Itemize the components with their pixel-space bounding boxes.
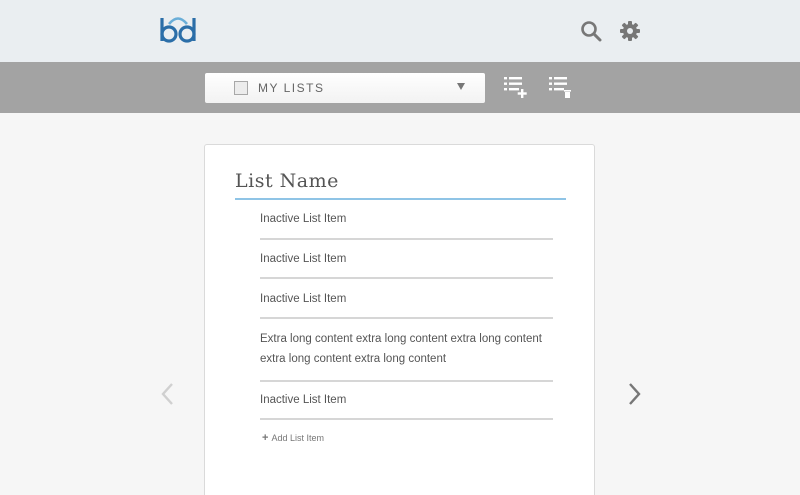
list-item-text: Extra long content extra long content ex…: [260, 333, 542, 365]
divider: [260, 317, 553, 319]
chevron-down-icon: [457, 83, 465, 90]
list-toolbar: MY LISTS: [0, 62, 800, 113]
title-underline: [235, 198, 566, 200]
list-item[interactable]: Extra long content extra long content ex…: [260, 329, 553, 382]
app-header: [0, 0, 800, 62]
add-list-item-button[interactable]: + Add List Item: [262, 432, 324, 444]
my-lists-dropdown[interactable]: MY LISTS: [205, 73, 485, 103]
select-all-checkbox[interactable]: [234, 81, 248, 95]
chevron-right-icon[interactable]: [624, 381, 644, 407]
plus-icon: +: [262, 432, 269, 444]
dropdown-label: MY LISTS: [258, 81, 325, 95]
gear-icon[interactable]: [619, 20, 641, 42]
divider: [260, 418, 553, 420]
list-item[interactable]: Inactive List Item: [260, 390, 553, 420]
divider: [260, 380, 553, 382]
list-item[interactable]: Inactive List Item: [260, 249, 553, 279]
list-item[interactable]: Inactive List Item: [260, 209, 553, 240]
list-card: List Name Inactive List Item Inactive Li…: [204, 144, 595, 495]
search-icon[interactable]: [580, 20, 602, 42]
logo[interactable]: [158, 14, 200, 46]
list-item[interactable]: Inactive List Item: [260, 289, 553, 319]
add-list-item-label: Add List Item: [271, 433, 324, 443]
chevron-left-icon[interactable]: [158, 381, 178, 407]
list-item-text: Inactive List Item: [260, 213, 347, 225]
delete-list-icon[interactable]: [548, 75, 574, 99]
list-item-text: Inactive List Item: [260, 293, 347, 305]
add-list-icon[interactable]: [503, 75, 529, 99]
list-name-title[interactable]: List Name: [235, 170, 339, 192]
list-item-text: Inactive List Item: [260, 253, 347, 265]
divider: [260, 277, 553, 279]
divider: [260, 238, 553, 240]
list-item-text: Inactive List Item: [260, 394, 347, 406]
logo-mark: [160, 17, 196, 43]
